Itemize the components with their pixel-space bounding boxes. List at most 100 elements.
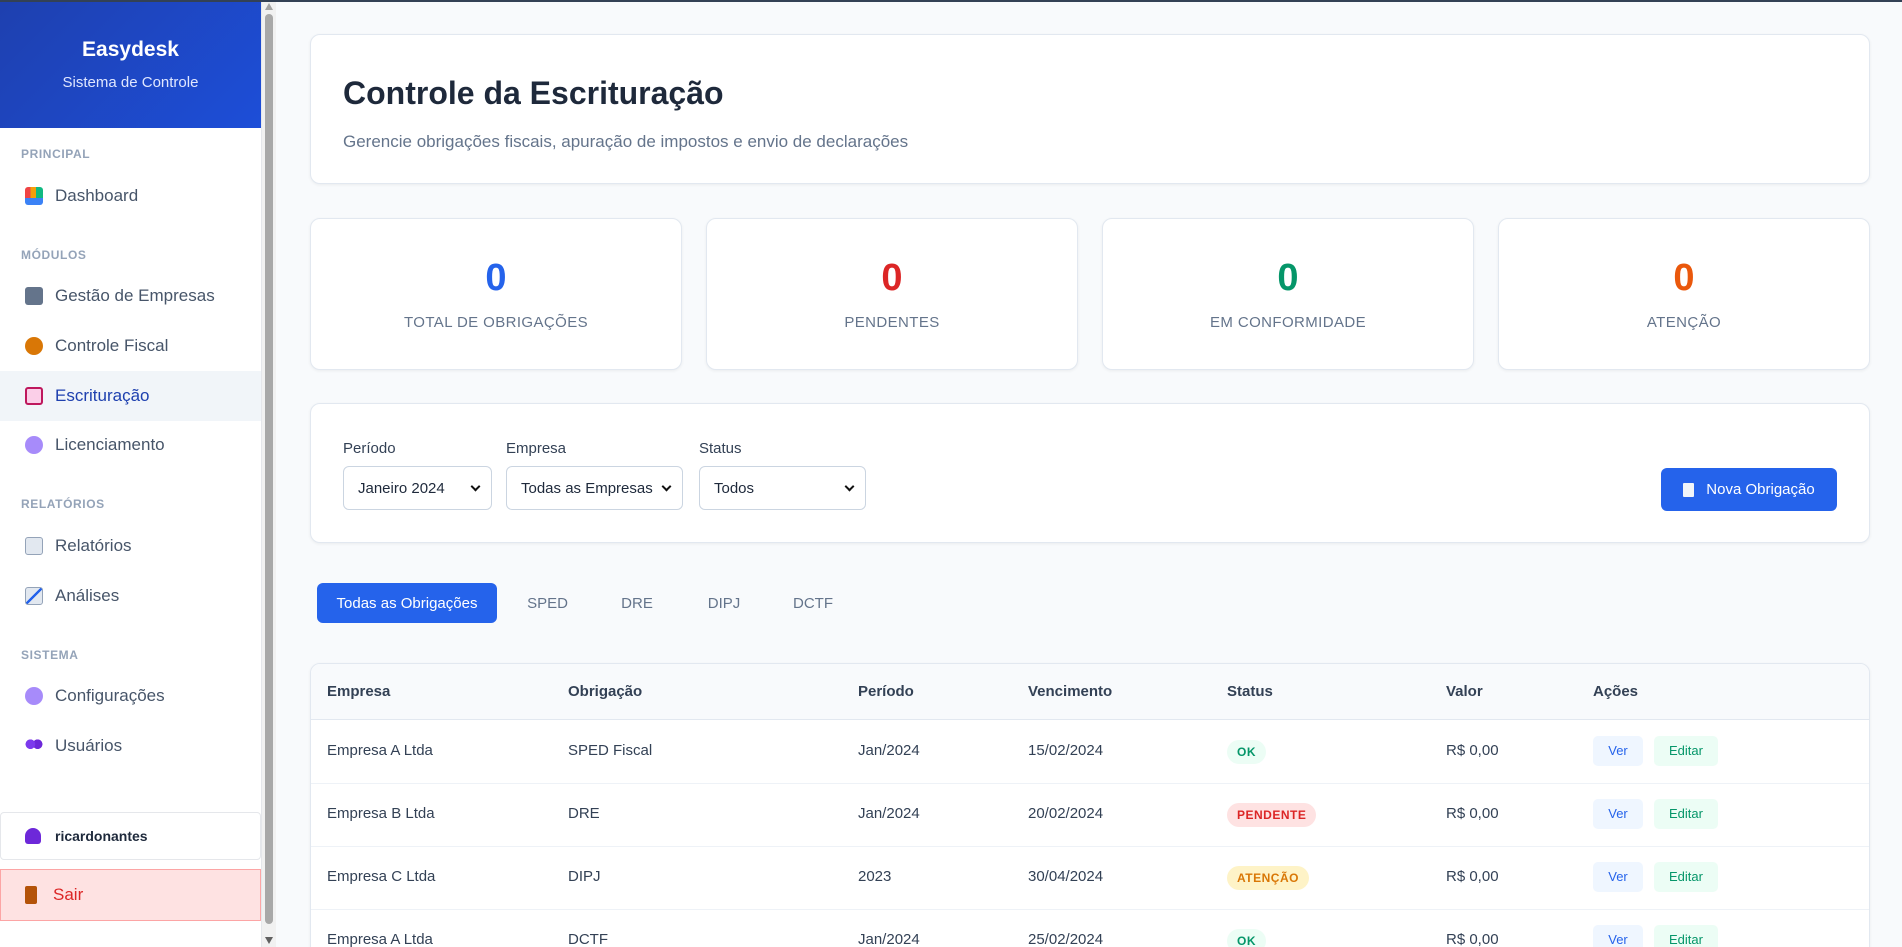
cell-empresa: Empresa C Ltda xyxy=(327,868,436,885)
table-row: Empresa A Ltda DCTF Jan/2024 25/02/2024 … xyxy=(311,910,1869,947)
sidebar-item-label: Licenciamento xyxy=(55,435,165,454)
scrollbar-thumb[interactable] xyxy=(265,14,273,924)
tab-dctf[interactable]: DCTF xyxy=(776,583,850,623)
cell-valor: R$ 0,00 xyxy=(1446,931,1499,947)
stat-card-pendentes: 0 PENDENTES xyxy=(706,218,1078,370)
cell-empresa: Empresa B Ltda xyxy=(327,805,435,822)
cell-valor: R$ 0,00 xyxy=(1446,742,1499,759)
cell-vencimento: 30/04/2024 xyxy=(1028,868,1104,885)
chevron-down-icon xyxy=(844,481,855,492)
scroll-down-arrow-icon[interactable] xyxy=(265,937,273,944)
cell-periodo: 2023 xyxy=(858,868,892,885)
cell-vencimento: 25/02/2024 xyxy=(1028,931,1104,947)
table-row: Empresa C Ltda DIPJ 2023 30/04/2024 ATEN… xyxy=(311,847,1869,910)
stat-value: 0 xyxy=(1277,257,1299,299)
window-top-border xyxy=(0,0,1902,2)
sidebar: Easydesk Sistema de Controle PRINCIPAL D… xyxy=(0,0,262,947)
sidebar-item-label: Escrituração xyxy=(55,386,150,405)
cell-periodo: Jan/2024 xyxy=(858,742,920,759)
stat-card-conformidade: 0 EM CONFORMIDADE xyxy=(1102,218,1474,370)
column-header: Ações xyxy=(1593,683,1639,700)
sidebar-item-configuracoes[interactable]: Configurações xyxy=(0,671,261,721)
cell-obrigacao: DRE xyxy=(568,805,600,822)
status-value: Todos xyxy=(714,479,755,497)
tab-todas[interactable]: Todas as Obrigações xyxy=(317,583,497,623)
tab-dre[interactable]: DRE xyxy=(601,583,673,623)
stat-label: TOTAL DE OBRIGAÇÕES xyxy=(403,314,589,331)
gear-icon xyxy=(25,436,43,454)
user-icon xyxy=(25,828,41,844)
cell-valor: R$ 0,00 xyxy=(1446,805,1499,822)
gear-icon xyxy=(25,687,43,705)
scroll-up-arrow-icon[interactable] xyxy=(265,3,273,10)
stat-card-atencao: 0 ATENÇÃO xyxy=(1498,218,1870,370)
status-badge: PENDENTE xyxy=(1227,803,1317,827)
cell-vencimento: 20/02/2024 xyxy=(1028,805,1104,822)
username: ricardonantes xyxy=(55,828,148,844)
chart-bar-icon xyxy=(25,187,43,205)
cell-periodo: Jan/2024 xyxy=(858,805,920,822)
column-header: Vencimento xyxy=(1028,683,1113,700)
app-subtitle: Sistema de Controle xyxy=(62,74,199,91)
edit-button[interactable]: Editar xyxy=(1654,862,1718,892)
stat-card-total: 0 TOTAL DE OBRIGAÇÕES xyxy=(310,218,682,370)
users-icon xyxy=(25,737,43,755)
chevron-down-icon xyxy=(470,481,481,492)
chart-line-icon xyxy=(25,587,43,605)
sidebar-item-relatorios[interactable]: Relatórios xyxy=(0,521,261,571)
stat-label: PENDENTES xyxy=(844,314,940,331)
column-header: Valor xyxy=(1446,683,1483,700)
sidebar-item-label: Usuários xyxy=(55,736,123,755)
stat-label: EM CONFORMIDADE xyxy=(1210,314,1366,331)
logout-button[interactable]: Sair xyxy=(0,869,261,921)
periodo-select[interactable]: Janeiro 2024 xyxy=(343,466,492,510)
periodo-label: Período xyxy=(343,440,396,457)
section-principal: PRINCIPAL xyxy=(21,147,91,161)
clipboard-icon xyxy=(25,387,43,405)
sidebar-item-label: Relatórios xyxy=(55,536,132,555)
empresa-value: Todas as Empresas xyxy=(521,479,653,497)
stat-label: ATENÇÃO xyxy=(1646,314,1722,331)
building-icon xyxy=(25,287,43,305)
page-title: Controle da Escrituração xyxy=(343,75,724,111)
brand-header: Easydesk Sistema de Controle xyxy=(0,0,261,128)
cell-empresa: Empresa A Ltda xyxy=(327,931,433,947)
current-user[interactable]: ricardonantes xyxy=(0,812,261,860)
app-name: Easydesk xyxy=(82,38,179,61)
status-select[interactable]: Todos xyxy=(699,466,866,510)
empresa-select[interactable]: Todas as Empresas xyxy=(506,466,683,510)
page-header: Controle da Escrituração Gerencie obriga… xyxy=(310,34,1870,184)
cell-empresa: Empresa A Ltda xyxy=(327,742,433,759)
sidebar-item-dashboard[interactable]: Dashboard xyxy=(0,171,261,221)
sidebar-item-controle-fiscal[interactable]: Controle Fiscal xyxy=(0,321,261,371)
stat-value: 0 xyxy=(881,257,903,299)
status-badge: OK xyxy=(1227,929,1266,947)
door-icon xyxy=(25,886,37,904)
money-bag-icon xyxy=(25,337,43,355)
column-header: Obrigação xyxy=(568,683,643,700)
cell-obrigacao: DCTF xyxy=(568,931,608,947)
sidebar-scrollbar[interactable] xyxy=(262,0,276,947)
sidebar-item-usuarios[interactable]: Usuários xyxy=(0,721,261,771)
view-button[interactable]: Ver xyxy=(1593,799,1643,829)
edit-button[interactable]: Editar xyxy=(1654,736,1718,766)
cell-periodo: Jan/2024 xyxy=(858,931,920,947)
view-button[interactable]: Ver xyxy=(1593,736,1643,766)
edit-button[interactable]: Editar xyxy=(1654,925,1718,947)
column-header: Período xyxy=(858,683,914,700)
cell-vencimento: 15/02/2024 xyxy=(1028,742,1104,759)
new-obligation-button[interactable]: Nova Obrigação xyxy=(1661,468,1837,511)
sidebar-item-label: Análises xyxy=(55,586,120,605)
tab-dipj[interactable]: DIPJ xyxy=(688,583,760,623)
view-button[interactable]: Ver xyxy=(1593,862,1643,892)
empresa-label: Empresa xyxy=(506,440,567,457)
edit-button[interactable]: Editar xyxy=(1654,799,1718,829)
sidebar-item-gestao-empresas[interactable]: Gestão de Empresas xyxy=(0,271,261,321)
sidebar-item-licenciamento[interactable]: Licenciamento xyxy=(0,420,261,470)
obligations-table: Empresa Obrigação Período Vencimento Sta… xyxy=(310,663,1870,947)
stat-value: 0 xyxy=(1673,257,1695,299)
sidebar-item-escrituracao[interactable]: Escrituração xyxy=(0,371,261,421)
view-button[interactable]: Ver xyxy=(1593,925,1643,947)
sidebar-item-analises[interactable]: Análises xyxy=(0,571,261,621)
tab-sped[interactable]: SPED xyxy=(510,583,585,623)
